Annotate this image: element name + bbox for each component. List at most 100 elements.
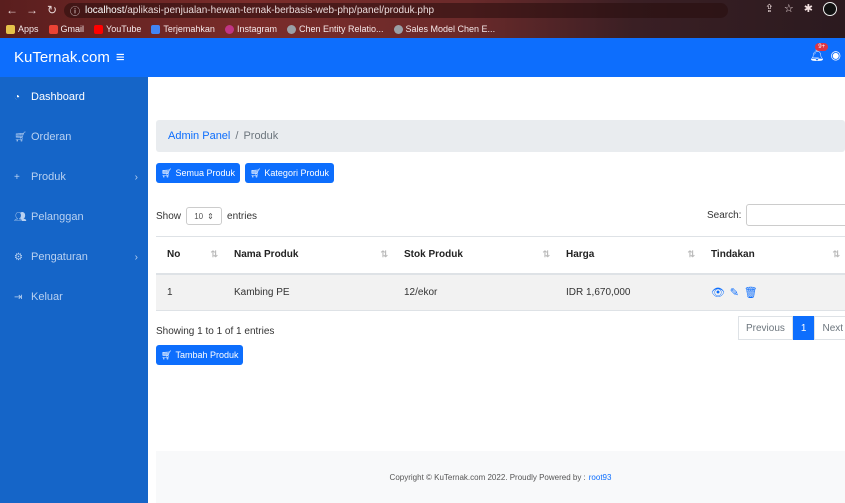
view-icon[interactable]: 👁︎ <box>711 287 725 299</box>
brand-logo[interactable]: KuTernak.com <box>14 49 110 66</box>
browser-chrome: ← → ↻ ⓘ localhost /aplikasi-penjualan-he… <box>0 0 845 38</box>
extension-icon[interactable]: ✱ <box>804 2 813 16</box>
entries-length-control: Show 10 ⇕ entries <box>156 207 257 225</box>
product-category-button[interactable]: 🛒︎ Kategori Produk <box>244 163 334 183</box>
sidebar-item-dashboard[interactable]: ◔ Dashboard <box>0 77 148 117</box>
table-header-row: No ⇅ Nama Produk ⇅ Stok Produk ⇅ Harga ⇅ Tin… <box>156 236 845 275</box>
cell-stok-produk: 12/ekor <box>393 273 555 311</box>
chevron-right-icon: › <box>134 251 138 263</box>
sidebar-item-orderan[interactable]: 🛒︎ Orderan <box>0 117 148 157</box>
column-header-nama-produk[interactable]: Nama Produk ⇅ <box>223 236 393 275</box>
table-search: Search: <box>707 204 845 226</box>
all-products-button[interactable]: 🛒︎ Semua Produk <box>156 163 240 183</box>
sidebar: ◔ Dashboard 🛒︎ Orderan + Produk › 👥︎ Pel… <box>0 77 148 503</box>
cart-icon: 🛒︎ <box>249 167 262 178</box>
url-path: /aplikasi-penjualan-hewan-ternak-berbasi… <box>124 5 435 16</box>
sort-icon: ⇅ <box>380 249 388 259</box>
translate-icon <box>151 24 161 34</box>
sort-icon: ⇅ <box>687 249 695 259</box>
column-header-tindakan[interactable]: Tindakan ⇅ <box>700 236 845 275</box>
table-row: 1 Kambing PE 12/ekor IDR 1,670,000 👁︎ ✎ … <box>156 273 845 311</box>
logout-icon: ⇥ <box>14 291 23 303</box>
add-product-button[interactable]: 🛒︎ Tambah Produk <box>156 345 244 365</box>
sidebar-item-keluar[interactable]: ⇥ Keluar <box>0 277 148 317</box>
footer-link[interactable]: root93 <box>589 473 612 482</box>
forward-icon[interactable]: → <box>24 3 40 17</box>
browser-actions: ⇪ ☆ ✱ <box>765 2 837 16</box>
entries-label: entries <box>227 210 258 222</box>
table-info: Showing 1 to 1 of 1 entries <box>156 326 275 337</box>
breadcrumb: Admin Panel / Produk <box>156 120 845 152</box>
plus-icon: + <box>14 171 20 183</box>
bookmark-translate[interactable]: Terjemahkan <box>151 24 215 34</box>
sort-icon: ⇅ <box>210 249 218 259</box>
cell-nama-produk: Kambing PE <box>223 273 393 311</box>
top-navbar: KuTernak.com ≡ 🔔︎ 9+ ◉ <box>0 38 845 77</box>
main-content: Admin Panel / Produk 🛒︎ Semua Produk 🛒︎ … <box>148 77 845 503</box>
pagination: Previous 1 Next <box>738 316 845 340</box>
bookmarks-bar: Apps Gmail YouTube Terjemahkan Instagram… <box>0 20 845 38</box>
column-header-no[interactable]: No ⇅ <box>156 236 223 275</box>
bookmark-apps[interactable]: Apps <box>6 24 39 34</box>
products-table: No ⇅ Nama Produk ⇅ Stok Produk ⇅ Harga ⇅ Tin… <box>156 236 845 311</box>
cart-icon: 🛒︎ <box>161 167 173 178</box>
product-tab-buttons: 🛒︎ Semua Produk 🛒︎ Kategori Produk <box>156 163 334 183</box>
profile-avatar[interactable] <box>823 2 837 16</box>
select-arrow-icon: ⇕ <box>207 211 214 221</box>
cart-icon: 🛒︎ <box>161 349 173 360</box>
column-header-harga[interactable]: Harga ⇅ <box>555 236 700 275</box>
bookmark-sales-model[interactable]: Sales Model Chen E... <box>393 24 495 34</box>
column-header-stok-produk[interactable]: Stok Produk ⇅ <box>393 236 555 275</box>
search-label: Search: <box>707 209 742 221</box>
pagination-page-1[interactable]: 1 <box>792 316 815 340</box>
globe-icon <box>393 24 403 34</box>
globe-icon <box>286 24 296 34</box>
cart-icon: 🛒︎ <box>14 131 27 143</box>
bookmark-instagram[interactable]: Instagram <box>224 24 277 34</box>
sidebar-item-pelanggan[interactable]: 👥︎ Pelanggan <box>0 197 148 237</box>
cell-harga: IDR 1,670,000 <box>555 273 700 311</box>
notification-badge: 9+ <box>815 43 829 51</box>
breadcrumb-current: Produk <box>243 130 279 142</box>
edit-icon[interactable]: ✎ <box>730 287 739 299</box>
breadcrumb-admin-panel[interactable]: Admin Panel <box>168 130 230 142</box>
footer-copyright: Copyright © KuTernak.com 2022. Proudly P… <box>389 472 586 482</box>
cell-tindakan: 👁︎ ✎ 🗑︎ <box>700 273 845 311</box>
user-icon[interactable]: ◉ <box>831 48 841 62</box>
menu-toggle-icon[interactable]: ≡ <box>116 49 125 66</box>
bookmark-chen-erd[interactable]: Chen Entity Relatio... <box>286 24 384 34</box>
pagination-previous[interactable]: Previous <box>738 316 793 340</box>
bookmark-gmail[interactable]: Gmail <box>48 24 84 34</box>
cell-no: 1 <box>156 273 223 311</box>
url-host: localhost <box>85 5 125 16</box>
sort-icon: ⇅ <box>542 249 550 259</box>
breadcrumb-separator: / <box>235 130 239 142</box>
info-icon: ⓘ <box>70 7 80 18</box>
show-label: Show <box>156 210 182 222</box>
footer: Copyright © KuTernak.com 2022. Proudly P… <box>156 451 845 503</box>
pagination-next[interactable]: Next <box>814 316 845 340</box>
search-input[interactable] <box>746 204 845 226</box>
gear-icon: ⚙ <box>14 251 23 263</box>
youtube-icon <box>94 24 104 34</box>
chevron-right-icon: › <box>134 171 138 183</box>
address-bar[interactable]: ⓘ localhost /aplikasi-penjualan-hewan-te… <box>64 3 728 18</box>
notification-bell-icon[interactable]: 🔔︎ 9+ <box>809 43 829 62</box>
dashboard-icon: ◔ <box>14 91 21 103</box>
back-icon[interactable]: ← <box>4 3 20 17</box>
sidebar-item-produk[interactable]: + Produk › <box>0 157 148 197</box>
users-icon: 👥︎ <box>14 211 27 223</box>
address-bar-row: ← → ↻ ⓘ localhost /aplikasi-penjualan-he… <box>0 0 845 20</box>
share-icon[interactable]: ⇪ <box>765 2 774 16</box>
gmail-icon <box>48 24 58 34</box>
entries-select[interactable]: 10 ⇕ <box>186 207 223 225</box>
star-icon[interactable]: ☆ <box>784 2 794 16</box>
bookmark-youtube[interactable]: YouTube <box>94 24 141 34</box>
navbar-right: 🔔︎ 9+ ◉ <box>809 43 841 62</box>
instagram-icon <box>224 24 234 34</box>
apps-icon <box>6 24 15 34</box>
sort-icon: ⇅ <box>832 249 840 259</box>
reload-icon[interactable]: ↻ <box>44 3 60 17</box>
delete-icon[interactable]: 🗑︎ <box>744 287 758 299</box>
sidebar-item-pengaturan[interactable]: ⚙ Pengaturan › <box>0 237 148 277</box>
